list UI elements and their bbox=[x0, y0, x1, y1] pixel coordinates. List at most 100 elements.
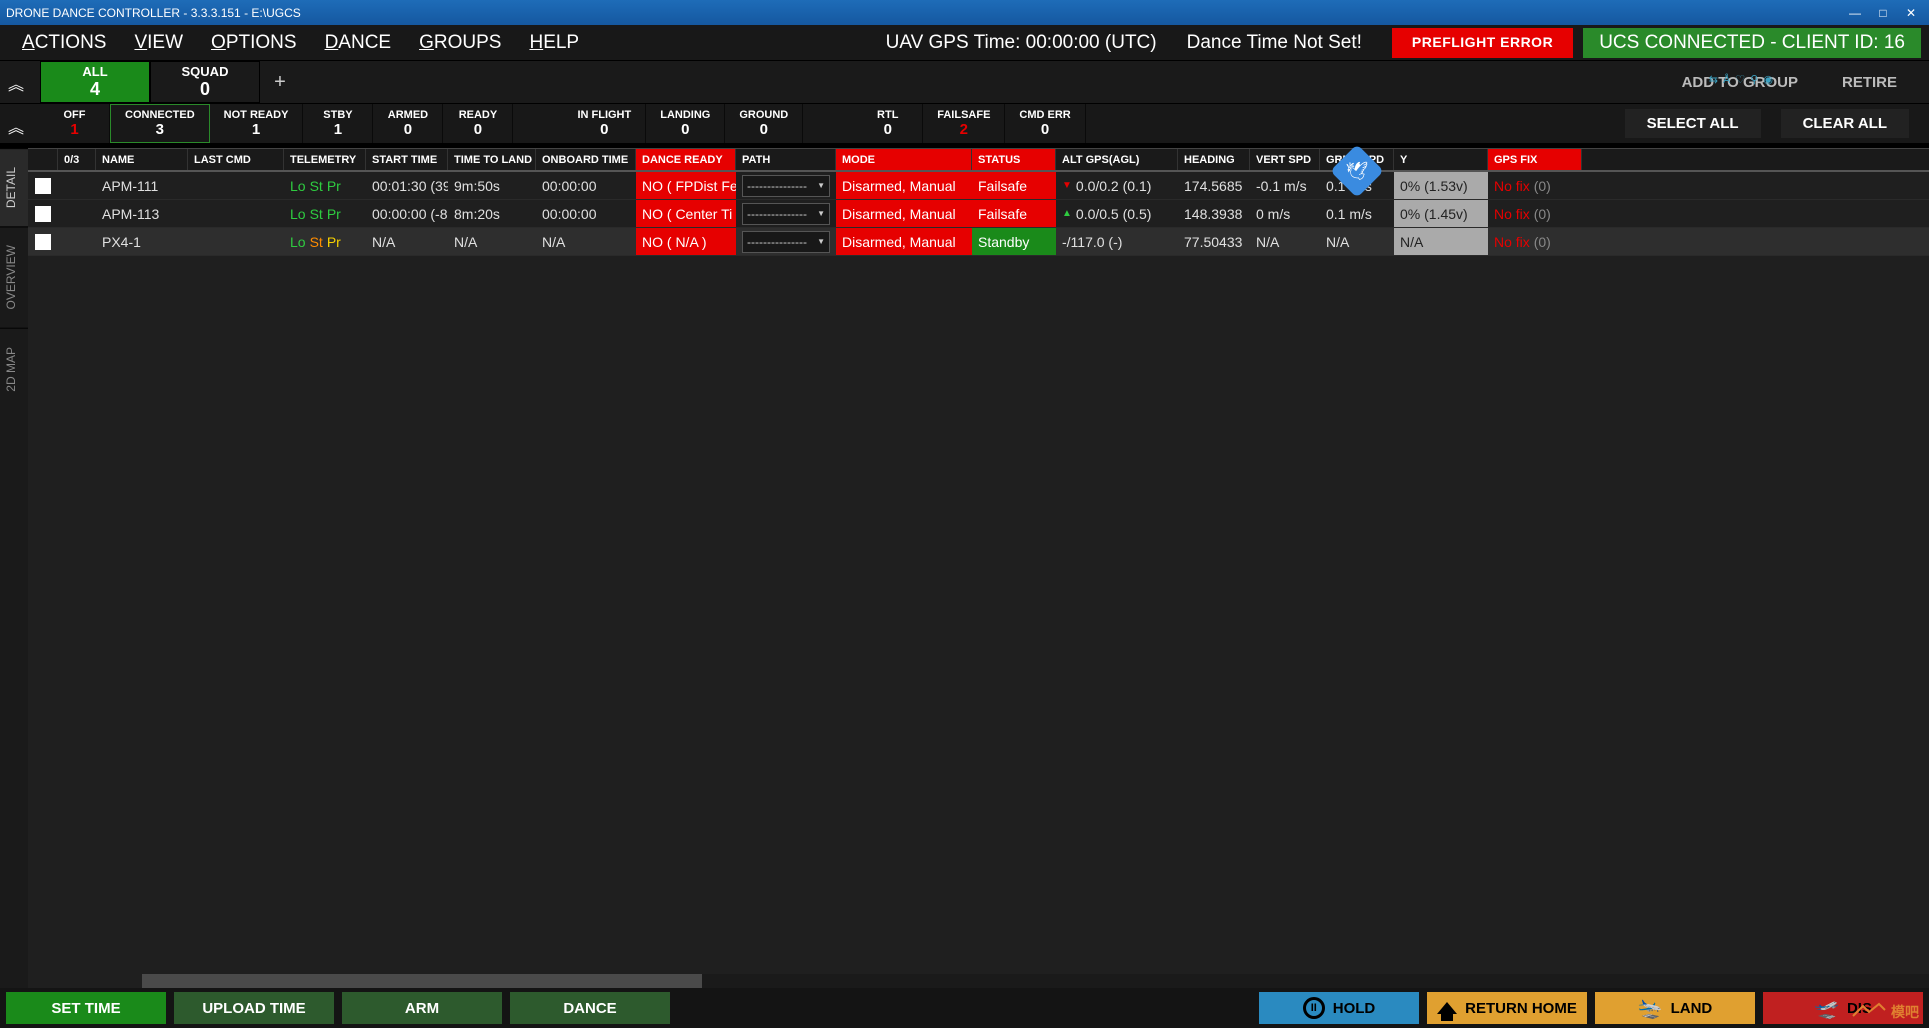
col-alt-gps[interactable]: ALT GPS(AGL) bbox=[1056, 149, 1178, 170]
col-time-to-land[interactable]: TIME TO LAND bbox=[448, 149, 536, 170]
row-battery: N/A bbox=[1394, 228, 1488, 255]
sidetab-2d-map[interactable]: 2D MAP bbox=[0, 328, 28, 410]
close-icon[interactable]: ✕ bbox=[1899, 4, 1923, 22]
row-onboard-time: 00:00:00 bbox=[536, 200, 636, 227]
col-path[interactable]: PATH bbox=[736, 149, 836, 170]
col-mode[interactable]: MODE bbox=[836, 149, 972, 170]
row-path[interactable]: ---------------▼ bbox=[736, 228, 836, 255]
row-heading: 174.5685 bbox=[1178, 172, 1250, 199]
row-checkbox[interactable] bbox=[28, 228, 58, 255]
land-icon: 🛬 bbox=[1638, 996, 1663, 1021]
sidetab-detail[interactable]: DETAIL bbox=[0, 148, 28, 226]
row-start-time: 00:01:30 (39 bbox=[366, 172, 448, 199]
row-battery: 0% (1.45v) bbox=[1394, 200, 1488, 227]
retire-button[interactable]: RETIRE bbox=[1830, 68, 1909, 97]
row-mode: Disarmed, Manual bbox=[836, 172, 972, 199]
col-start-time[interactable]: START TIME bbox=[366, 149, 448, 170]
select-all-button[interactable]: SELECT ALL bbox=[1625, 109, 1761, 138]
col-battery[interactable]: Y bbox=[1394, 149, 1488, 170]
row-status: Failsafe bbox=[972, 200, 1056, 227]
sidetab-overview[interactable]: OVERVIEW bbox=[0, 226, 28, 327]
preflight-error-button[interactable]: PREFLIGHT ERROR bbox=[1392, 28, 1573, 58]
row-alt: ▼0.0/0.2 (0.1) bbox=[1056, 172, 1178, 199]
row-path[interactable]: ---------------▼ bbox=[736, 200, 836, 227]
stat-off[interactable]: OFF1 bbox=[40, 104, 110, 143]
row-checkbox[interactable] bbox=[28, 200, 58, 227]
stat-connected[interactable]: CONNECTED3 bbox=[110, 104, 210, 143]
status-row: ︽ OFF1 CONNECTED3 NOT READY1 STBY1 ARMED… bbox=[0, 103, 1929, 143]
row-name: APM-111 bbox=[96, 172, 188, 199]
row-status: Failsafe bbox=[972, 172, 1056, 199]
menu-actions[interactable]: ACTIONS bbox=[8, 32, 120, 54]
path-select[interactable]: ---------------▼ bbox=[742, 231, 830, 253]
dance-button[interactable]: DANCE bbox=[510, 992, 670, 1024]
stat-ready[interactable]: READY0 bbox=[443, 104, 513, 143]
stat-stby[interactable]: STBY1 bbox=[303, 104, 373, 143]
col-name[interactable]: NAME bbox=[96, 149, 188, 170]
col-vert-spd[interactable]: VERT SPD bbox=[1250, 149, 1320, 170]
col-heading[interactable]: HEADING bbox=[1178, 149, 1250, 170]
col-gps-fix[interactable]: GPS FIX bbox=[1488, 149, 1582, 170]
arrow-down-icon: ▼ bbox=[1062, 180, 1072, 191]
row-path[interactable]: ---------------▼ bbox=[736, 172, 836, 199]
row-gps-fix: No fix (0) bbox=[1488, 228, 1582, 255]
row-name: PX4-1 bbox=[96, 228, 188, 255]
table-body: APM-111LoStPr00:01:30 (399m:50s00:00:00N… bbox=[28, 172, 1929, 256]
col-status[interactable]: STATUS bbox=[972, 149, 1056, 170]
table-row[interactable]: PX4-1LoStPrN/AN/AN/ANO ( N/A )----------… bbox=[28, 228, 1929, 256]
menu-options[interactable]: OPTIONS bbox=[197, 32, 311, 54]
stat-not-ready[interactable]: NOT READY1 bbox=[210, 104, 304, 143]
menu-view[interactable]: VIEW bbox=[120, 32, 197, 54]
col-check bbox=[28, 149, 58, 170]
row-gps-fix: No fix (0) bbox=[1488, 200, 1582, 227]
ucs-status: UCS CONNECTED - CLIENT ID: 16 bbox=[1583, 28, 1921, 58]
path-select[interactable]: ---------------▼ bbox=[742, 175, 830, 197]
gps-time: UAV GPS Time: 00:00:00 (UTC) bbox=[886, 32, 1157, 54]
tab-all-label: ALL bbox=[82, 64, 107, 79]
stat-armed[interactable]: ARMED0 bbox=[373, 104, 443, 143]
row-index bbox=[58, 200, 96, 227]
row-alt: -/117.0 (-) bbox=[1056, 228, 1178, 255]
horizontal-scrollbar[interactable] bbox=[142, 974, 1929, 988]
hold-button[interactable]: IIHOLD bbox=[1259, 992, 1419, 1024]
row-alt: ▲0.0/0.5 (0.5) bbox=[1056, 200, 1178, 227]
stat-in-flight[interactable]: IN FLIGHT0 bbox=[563, 104, 646, 143]
upload-time-button[interactable]: UPLOAD TIME bbox=[174, 992, 334, 1024]
stat-rtl[interactable]: RTL0 bbox=[853, 104, 923, 143]
table-row[interactable]: APM-111LoStPr00:01:30 (399m:50s00:00:00N… bbox=[28, 172, 1929, 200]
tab-all[interactable]: ALL 4 bbox=[40, 61, 150, 103]
table-row[interactable]: APM-113LoStPr00:00:00 (-88m:20s00:00:00N… bbox=[28, 200, 1929, 228]
menu-groups[interactable]: GROUPS bbox=[405, 32, 515, 54]
col-dance-ready[interactable]: DANCE READY bbox=[636, 149, 736, 170]
arm-button[interactable]: ARM bbox=[342, 992, 502, 1024]
row-checkbox[interactable] bbox=[28, 172, 58, 199]
row-gspd: N/A bbox=[1320, 228, 1394, 255]
add-tab-button[interactable]: + bbox=[260, 61, 300, 103]
row-vspd: 0 m/s bbox=[1250, 200, 1320, 227]
stat-failsafe[interactable]: FAILSAFE2 bbox=[923, 104, 1005, 143]
clear-all-button[interactable]: CLEAR ALL bbox=[1781, 109, 1909, 138]
col-telemetry[interactable]: TELEMETRY bbox=[284, 149, 366, 170]
row-time-to-land: 9m:50s bbox=[448, 172, 536, 199]
path-select[interactable]: ---------------▼ bbox=[742, 203, 830, 225]
collapse-tabs-icon[interactable]: ︽ bbox=[8, 71, 24, 95]
collapse-status-icon[interactable]: ︽ bbox=[8, 114, 24, 138]
row-time-to-land: 8m:20s bbox=[448, 200, 536, 227]
stat-ground[interactable]: GROUND0 bbox=[725, 104, 803, 143]
tab-squad[interactable]: SQUAD 0 bbox=[150, 61, 260, 103]
minimize-icon[interactable]: — bbox=[1843, 4, 1867, 22]
scrollbar-thumb[interactable] bbox=[142, 974, 702, 988]
stat-cmd-err[interactable]: CMD ERR0 bbox=[1005, 104, 1085, 143]
set-time-button[interactable]: SET TIME bbox=[6, 992, 166, 1024]
col-onboard-time[interactable]: ONBOARD TIME bbox=[536, 149, 636, 170]
maximize-icon[interactable]: □ bbox=[1871, 4, 1895, 22]
chevron-down-icon: ▼ bbox=[817, 181, 825, 190]
land-button[interactable]: 🛬LAND bbox=[1595, 992, 1755, 1024]
row-time-to-land: N/A bbox=[448, 228, 536, 255]
menu-help[interactable]: HELP bbox=[515, 32, 593, 54]
stat-landing[interactable]: LANDING0 bbox=[646, 104, 725, 143]
col-lastcmd[interactable]: LAST CMD bbox=[188, 149, 284, 170]
row-battery: 0% (1.53v) bbox=[1394, 172, 1488, 199]
return-home-button[interactable]: RETURN HOME bbox=[1427, 992, 1587, 1024]
menu-dance[interactable]: DANCE bbox=[311, 32, 406, 54]
